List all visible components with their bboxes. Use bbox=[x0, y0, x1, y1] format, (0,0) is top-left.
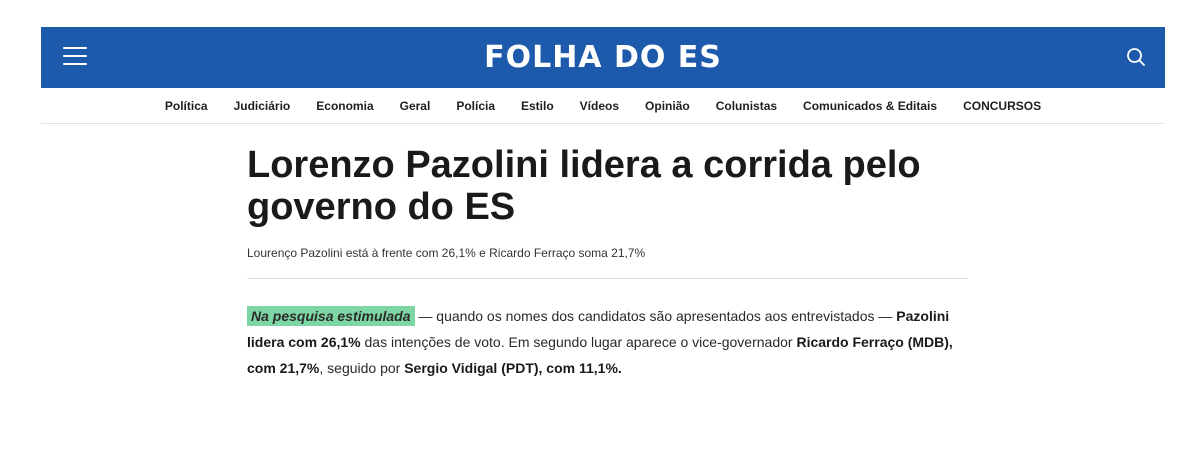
nav-item-geral[interactable]: Geral bbox=[400, 99, 431, 113]
paragraph-text: das intenções de voto. Em segundo lugar … bbox=[360, 334, 797, 350]
paragraph-text: — quando os nomes dos candidatos são apr… bbox=[414, 308, 897, 324]
paragraph-text: , seguido por bbox=[319, 360, 405, 376]
search-icon[interactable] bbox=[1125, 46, 1147, 68]
site-header: FOLHA DO ES bbox=[41, 27, 1165, 88]
main-navigation: Política Judiciário Economia Geral Políc… bbox=[41, 88, 1165, 124]
site-logo[interactable]: FOLHA DO ES bbox=[41, 40, 1165, 76]
nav-item-opiniao[interactable]: Opinião bbox=[645, 99, 690, 113]
nav-item-politica[interactable]: Política bbox=[165, 99, 208, 113]
article-headline: Lorenzo Pazolini lidera a corrida pelo g… bbox=[247, 144, 921, 228]
nav-item-concursos[interactable]: CONCURSOS bbox=[963, 99, 1041, 113]
nav-item-colunistas[interactable]: Colunistas bbox=[716, 99, 777, 113]
nav-item-comunicados-editais[interactable]: Comunicados & Editais bbox=[803, 99, 937, 113]
nav-item-economia[interactable]: Economia bbox=[316, 99, 373, 113]
nav-item-videos[interactable]: Vídeos bbox=[580, 99, 619, 113]
bold-text: Sergio Vidigal (PDT), com 11,1%. bbox=[404, 360, 622, 376]
nav-item-judiciario[interactable]: Judiciário bbox=[234, 99, 291, 113]
article-divider bbox=[247, 278, 968, 279]
nav-item-estilo[interactable]: Estilo bbox=[521, 99, 554, 113]
highlighted-phrase: Na pesquisa estimulada bbox=[247, 306, 415, 326]
nav-item-policia[interactable]: Polícia bbox=[456, 99, 495, 113]
article-paragraph: Na pesquisa estimulada — quando os nomes… bbox=[247, 303, 977, 381]
article-subtitle: Lourenço Pazolini está à frente com 26,1… bbox=[247, 246, 646, 260]
